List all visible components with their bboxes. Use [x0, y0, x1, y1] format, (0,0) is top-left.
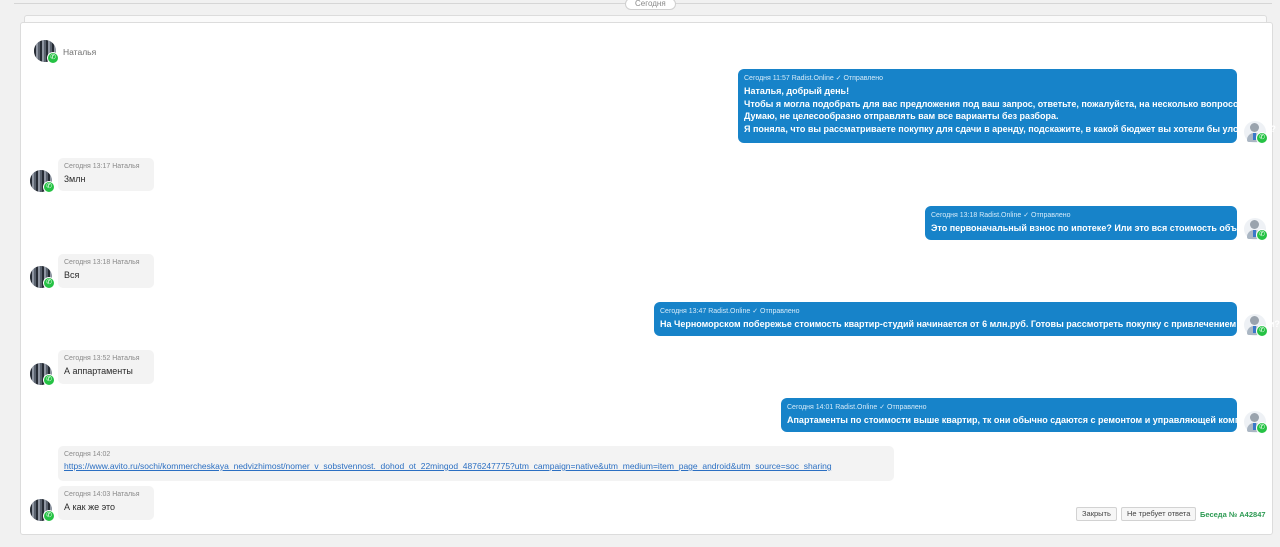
message-meta: Сегодня 13:52 Наталья [64, 355, 140, 362]
whatsapp-icon: ✆ [1256, 229, 1268, 241]
contact-name: Наталья [63, 47, 97, 57]
whatsapp-icon: ✆ [43, 277, 55, 289]
message-incoming: Сегодня 14:03 Наталья А как же это [58, 486, 154, 520]
message-meta: Сегодня 14:02 [64, 451, 111, 458]
message-text: На Черноморском побережье стоимость квар… [660, 319, 1280, 329]
message-meta: Сегодня 13:17 Наталья [64, 163, 140, 170]
message-incoming: Сегодня 13:52 Наталья А аппартаменты [58, 350, 154, 384]
message-meta: Сегодня 11:57 Radist.Online ✓ Отправлено [744, 75, 884, 82]
message-incoming-link: Сегодня 14:02 https://www.avito.ru/sochi… [58, 446, 894, 481]
no-reply-needed-button[interactable]: Не требует ответа [1121, 507, 1197, 521]
message-meta: Сегодня 13:18 Наталья [64, 259, 140, 266]
whatsapp-icon: ✆ [47, 52, 59, 64]
whatsapp-icon: ✆ [43, 181, 55, 193]
message-text: Я поняла, что вы рассматриваете покупку … [744, 123, 1276, 134]
conversation-number[interactable]: Беседа № A42847 [1200, 510, 1266, 519]
message-incoming: Сегодня 13:17 Наталья 3млн [58, 158, 154, 191]
message-text: Это первоначальный взнос по ипотеке? Или… [931, 223, 1262, 233]
message-text: А как же это [64, 502, 116, 512]
message-outgoing: Сегодня 13:18 Radist.Online ✓ Отправлено… [925, 206, 1262, 240]
message-text: Апартаменты по стоимости выше квартир, т… [787, 415, 1270, 425]
date-divider-label: Сегодня [625, 0, 676, 10]
close-conversation-button[interactable]: Закрыть [1076, 507, 1117, 521]
message-text: 3млн [64, 174, 86, 184]
message-meta: Сегодня 13:47 Radist.Online ✓ Отправлено [660, 308, 800, 315]
message-meta: Сегодня 14:03 Наталья [64, 491, 140, 498]
message-text: Вся [64, 270, 80, 280]
message-text: Наталья, добрый день! [744, 86, 850, 96]
whatsapp-icon: ✆ [43, 510, 55, 522]
message-incoming: Сегодня 13:18 Наталья Вся [58, 254, 154, 288]
whatsapp-icon: ✆ [43, 374, 55, 386]
whatsapp-icon: ✆ [1256, 422, 1268, 434]
shared-link[interactable]: https://www.avito.ru/sochi/kommercheskay… [64, 461, 832, 471]
message-outgoing: Сегодня 11:57 Radist.Online ✓ Отправлено… [738, 69, 1276, 143]
message-outgoing: Сегодня 13:47 Radist.Online ✓ Отправлено… [654, 302, 1280, 336]
message-meta: Сегодня 14:01 Radist.Online ✓ Отправлено [787, 404, 927, 411]
whatsapp-icon: ✆ [1256, 325, 1268, 337]
message-outgoing: Сегодня 14:01 Radist.Online ✓ Отправлено… [781, 398, 1270, 432]
message-text: Думаю, не целесообразно отправлять вам в… [744, 111, 1059, 121]
message-text: А аппартаменты [64, 366, 133, 376]
whatsapp-icon: ✆ [1256, 132, 1268, 144]
message-text: Чтобы я могла подобрать для вас предложе… [744, 98, 1247, 109]
message-meta: Сегодня 13:18 Radist.Online ✓ Отправлено [931, 212, 1071, 219]
